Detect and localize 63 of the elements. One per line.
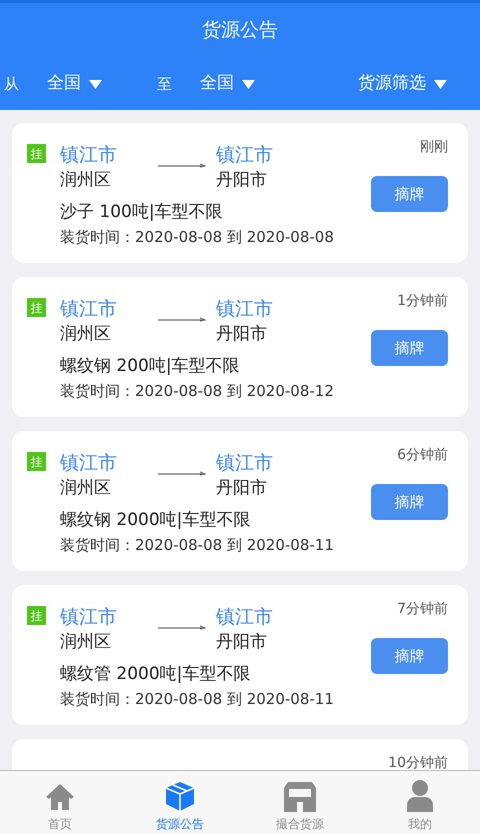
tag-badge: 挂 — [27, 452, 46, 471]
arrow-icon — [158, 317, 206, 323]
user-icon — [407, 780, 433, 812]
destination-city: 镇江市 — [216, 451, 273, 475]
origin-district: 润州区 — [60, 631, 112, 654]
delist-button[interactable]: 摘牌 — [371, 638, 448, 674]
box-icon — [164, 780, 196, 812]
origin-city: 镇江市 — [60, 297, 118, 321]
cargo-card[interactable]: 挂 镇江市 润州区 镇江市 丹阳市 螺纹管 2000吨|车型不限 装货时间：2020-08-08 到 2020-08-11 7分钟前 摘牌 — [12, 585, 468, 725]
tab-item[interactable]: 货源公告 — [120, 771, 240, 834]
page-title: 货源公告 — [202, 18, 278, 44]
store-icon — [284, 782, 316, 812]
cargo-card[interactable]: 挂 镇江市 润州区 镇江市 丹阳市 螺纹钢 200吨|车型不限 装货时间：2020-08-08 到 2020-08-12 1分钟前 摘牌 — [12, 277, 468, 417]
delist-button[interactable]: 摘牌 — [371, 484, 448, 520]
origin-city: 镇江市 — [60, 451, 118, 475]
destination-city: 镇江市 — [216, 605, 273, 629]
dropdown-caret-icon — [242, 80, 255, 88]
origin-city: 镇江市 — [60, 143, 118, 167]
dropdown-caret-icon — [89, 80, 102, 88]
post-time: 刚刚 — [420, 138, 448, 157]
tab-item[interactable]: 撮合货源 — [240, 771, 360, 834]
cargo-card[interactable]: 挂 镇江市 润州区 镇江市 丹阳市 沙子 100吨|车型不限 装货时间：2020-08-08 到 2020-08-08 刚刚 摘牌 — [12, 123, 468, 263]
arrow-icon — [158, 471, 206, 477]
arrow-icon — [158, 163, 206, 169]
tab-item[interactable]: 我的 — [360, 771, 480, 834]
cargo-filter-dropdown[interactable]: 货源筛选 — [358, 71, 447, 97]
post-time: 6分钟前 — [397, 446, 448, 465]
cargo-card[interactable]: 挂 镇江市 润州区 镇江市 丹阳市 螺纹钢 2000吨|车型不限 装货时间：2020-08-08 到 2020-08-11 6分钟前 摘牌 — [12, 431, 468, 571]
cargo-info: 螺纹钢 200吨|车型不限 — [60, 355, 241, 377]
destination-district: 丹阳市 — [216, 169, 268, 192]
cargo-info: 螺纹管 2000吨|车型不限 — [60, 663, 252, 685]
post-time: 10分钟前 — [388, 754, 448, 770]
origin-district: 润州区 — [60, 323, 112, 346]
tab-item[interactable]: 首页 — [0, 771, 120, 834]
destination-district: 丹阳市 — [216, 631, 268, 654]
tag-badge: 挂 — [27, 298, 46, 317]
from-label: 从 — [4, 74, 19, 95]
cargo-info: 螺纹钢 2000吨|车型不限 — [60, 509, 252, 531]
post-time: 1分钟前 — [397, 292, 448, 311]
cargo-info: 沙子 100吨|车型不限 — [60, 201, 224, 223]
destination-city: 镇江市 — [216, 297, 273, 321]
loading-time: 装货时间：2020-08-08 到 2020-08-12 — [60, 381, 335, 401]
destination-district: 丹阳市 — [216, 323, 268, 346]
origin-district: 润州区 — [60, 169, 112, 192]
dropdown-caret-icon — [434, 80, 447, 88]
destination-city: 镇江市 — [216, 143, 273, 167]
cargo-card[interactable]: 10分钟前 — [12, 739, 468, 770]
to-label: 至 — [157, 74, 172, 95]
loading-time: 装货时间：2020-08-08 到 2020-08-08 — [60, 227, 335, 247]
delist-button[interactable]: 摘牌 — [371, 330, 448, 366]
tag-badge: 挂 — [27, 144, 46, 163]
origin-city: 镇江市 — [60, 605, 118, 629]
arrow-icon — [158, 625, 206, 631]
tag-badge: 挂 — [27, 606, 46, 625]
loading-time: 装货时间：2020-08-08 到 2020-08-11 — [60, 689, 335, 709]
origin-district: 润州区 — [60, 477, 112, 500]
loading-time: 装货时间：2020-08-08 到 2020-08-11 — [60, 535, 335, 555]
home-icon — [45, 782, 75, 812]
destination-dropdown[interactable]: 全国 — [200, 71, 255, 97]
destination-district: 丹阳市 — [216, 477, 268, 500]
origin-dropdown[interactable]: 全国 — [47, 71, 102, 97]
delist-button[interactable]: 摘牌 — [371, 176, 448, 212]
post-time: 7分钟前 — [397, 600, 448, 619]
